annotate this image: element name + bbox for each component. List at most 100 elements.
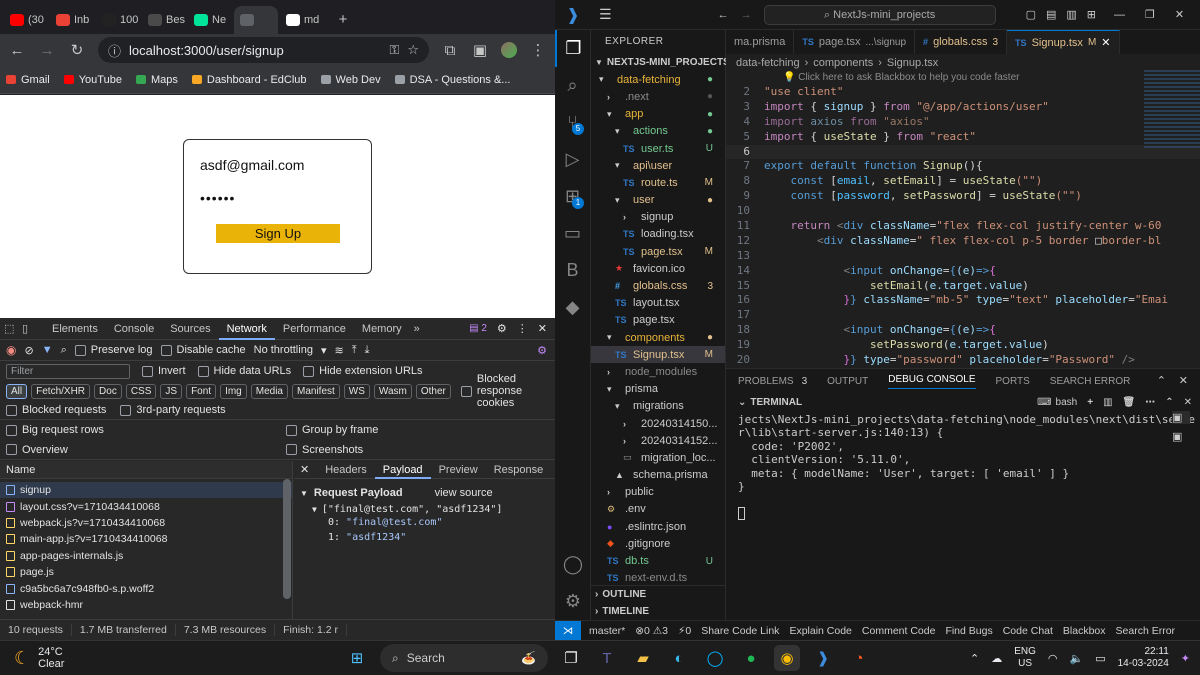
type-filter-chip[interactable]: Media (250, 383, 288, 399)
screenshots-checkbox[interactable]: Screenshots (286, 444, 363, 456)
group-by-frame-checkbox[interactable]: Group by frame (286, 424, 378, 436)
bookmark-item[interactable]: Maps (135, 74, 178, 86)
devtools-tab[interactable]: Performance (275, 318, 354, 340)
editor-tab[interactable]: ma.prisma (726, 30, 795, 54)
device-toggle-icon[interactable]: ▯ (22, 322, 44, 335)
request-row[interactable]: webpack.js?v=1710434410068 (0, 515, 292, 531)
type-filter-chip[interactable]: Wasm (373, 383, 412, 399)
network-settings-icon[interactable]: ⚙ (537, 344, 547, 357)
status-item[interactable]: Code Chat (1003, 625, 1053, 637)
detail-tab[interactable]: Payload (374, 461, 431, 479)
file-tree-item[interactable]: TS layout.tsx (591, 295, 725, 312)
postman-icon[interactable]: ◔ (846, 645, 872, 671)
breadcrumb-item[interactable]: Signup.tsx (887, 57, 938, 69)
status-item[interactable]: ⊗0 ⚠3 (635, 625, 668, 637)
panel-toggle-icon[interactable]: ▤ (1046, 8, 1056, 21)
payload-item[interactable]: 1: "asdf1234" (300, 532, 555, 547)
detail-tab[interactable]: Response (486, 461, 552, 479)
chrome-taskbar-icon[interactable]: ◉ (774, 645, 800, 671)
upload-icon[interactable]: ⤒ (352, 344, 357, 357)
signup-button[interactable]: Sign Up (216, 224, 340, 243)
type-filter-chip[interactable]: Img (220, 383, 247, 399)
file-tree-item[interactable]: ★ favicon.ico (591, 260, 725, 277)
panel-up-icon[interactable]: ⌃ (1165, 397, 1173, 408)
browser-tab[interactable]: (30 (4, 6, 48, 34)
type-filter-chip[interactable]: CSS (125, 383, 157, 399)
file-tree-item[interactable]: TS user.ts U (591, 140, 725, 157)
file-tree-item[interactable]: › 20240314150... (591, 415, 725, 432)
file-tree-item[interactable]: › node_modules (591, 363, 725, 380)
profile-avatar[interactable] (501, 42, 517, 58)
devtools-tab[interactable]: Memory (354, 318, 410, 340)
type-filter-chip[interactable]: Manifest (292, 383, 340, 399)
download-icon[interactable]: ⤓ (365, 344, 370, 357)
request-row[interactable]: app-pages-internals.js (0, 548, 292, 564)
run-debug-icon[interactable]: ▷ (555, 141, 590, 178)
panel-tab[interactable]: OUTPUT (827, 376, 868, 387)
third-party-checkbox[interactable]: 3rd-party requests (120, 404, 226, 416)
close-tab-icon[interactable]: ✕ (1101, 36, 1110, 49)
layout-toggle-icon[interactable]: ▢ (1026, 8, 1036, 21)
file-tree-item[interactable]: TS loading.tsx (591, 226, 725, 243)
throttle-dropdown-icon[interactable]: ▾ (321, 344, 327, 357)
more-actions-icon[interactable]: ⋯ (1145, 397, 1155, 408)
expand-triangle-icon[interactable]: ▼ (312, 505, 317, 514)
extensions-activity-icon[interactable]: ⊞ 1 (555, 178, 590, 215)
extensions-icon[interactable]: ⧉ (441, 42, 459, 59)
invert-checkbox[interactable]: Invert (142, 365, 186, 377)
name-column-header[interactable]: Name (0, 461, 292, 479)
breadcrumb-item[interactable]: components (813, 57, 873, 69)
weather-widget[interactable]: ☾ 24°C Clear (0, 646, 120, 670)
type-filter-chip[interactable]: JS (160, 383, 183, 399)
type-filter-chip[interactable]: All (6, 383, 28, 399)
terminal-shell-label[interactable]: bash (1056, 397, 1078, 408)
close-detail-icon[interactable]: ✕ (300, 463, 309, 476)
menu-icon[interactable]: ⋮ (529, 41, 547, 59)
file-tree-item[interactable]: ▾ migrations (591, 398, 725, 415)
task-view-icon[interactable]: ❐ (558, 645, 584, 671)
panel-tab[interactable]: DEBUG CONSOLE (888, 374, 976, 389)
browser-tab[interactable]: md (280, 6, 324, 34)
file-explorer-icon[interactable]: ▰ (630, 645, 656, 671)
file-tree-item[interactable]: ▾ user ● (591, 192, 725, 209)
alexa-icon[interactable]: ◯ (702, 645, 728, 671)
preserve-log-checkbox[interactable]: Preserve log (74, 344, 153, 356)
file-tree-item[interactable]: # globals.css 3 (591, 277, 725, 294)
wifi-icon[interactable]: ◠ (1048, 652, 1058, 665)
taskbar-search[interactable]: ⌕ Search 🍝 (380, 644, 548, 672)
payload-item[interactable]: 0: "final@test.com" (300, 517, 555, 532)
status-item[interactable]: Share Code Link (701, 625, 779, 637)
file-tree-item[interactable]: › .next ● (591, 88, 725, 105)
bookmark-star-icon[interactable]: ☆ (407, 42, 419, 58)
timeline-section[interactable]: › TIMELINE (591, 603, 726, 620)
file-tree-item[interactable]: TS route.ts M (591, 174, 725, 191)
docker-icon[interactable]: ◆ (555, 289, 590, 326)
file-tree-item[interactable]: ▭ migration_loc... (591, 449, 725, 466)
request-row[interactable]: webpack-hmr (0, 597, 292, 613)
record-icon[interactable]: ◉ (6, 343, 16, 357)
detail-tab[interactable]: Preview (431, 461, 486, 479)
big-rows-checkbox[interactable]: Big request rows (6, 424, 286, 436)
request-row[interactable]: page.js (0, 564, 292, 580)
file-tree-item[interactable]: › signup (591, 209, 725, 226)
file-tree-item[interactable]: TS page.tsx M (591, 243, 725, 260)
account-icon[interactable]: ◯ (555, 546, 591, 583)
settings-gear-icon[interactable]: ⚙ (497, 322, 507, 335)
file-tree-item[interactable]: ▾ api\user (591, 157, 725, 174)
browser-tab[interactable]: Ne (188, 6, 232, 34)
project-root[interactable]: ▼ NEXTJS-MINI_PROJECTS (591, 54, 730, 71)
file-tree-item[interactable]: ▾ components ● (591, 329, 725, 346)
wifi-icon[interactable]: ≋ (334, 344, 343, 357)
hide-data-urls-checkbox[interactable]: Hide data URLs (197, 365, 291, 377)
close-window-icon[interactable]: ✕ (1175, 8, 1184, 21)
file-tree-item[interactable]: ▾ app ● (591, 106, 725, 123)
blackbox-icon[interactable]: B (555, 252, 590, 289)
file-tree-item[interactable]: ◆ .gitignore (591, 535, 725, 552)
filter-input[interactable]: Filter (6, 363, 130, 379)
throttling-select[interactable]: No throttling (254, 344, 313, 356)
file-tree-item[interactable]: ⚙ .env (591, 501, 725, 518)
tray-chevron-icon[interactable]: ⌃ (970, 652, 979, 665)
terminal-instance-icon[interactable]: ▣ (1172, 411, 1190, 424)
password-field[interactable]: •••••• (200, 190, 235, 206)
status-item[interactable]: ⚡0 (678, 625, 691, 637)
